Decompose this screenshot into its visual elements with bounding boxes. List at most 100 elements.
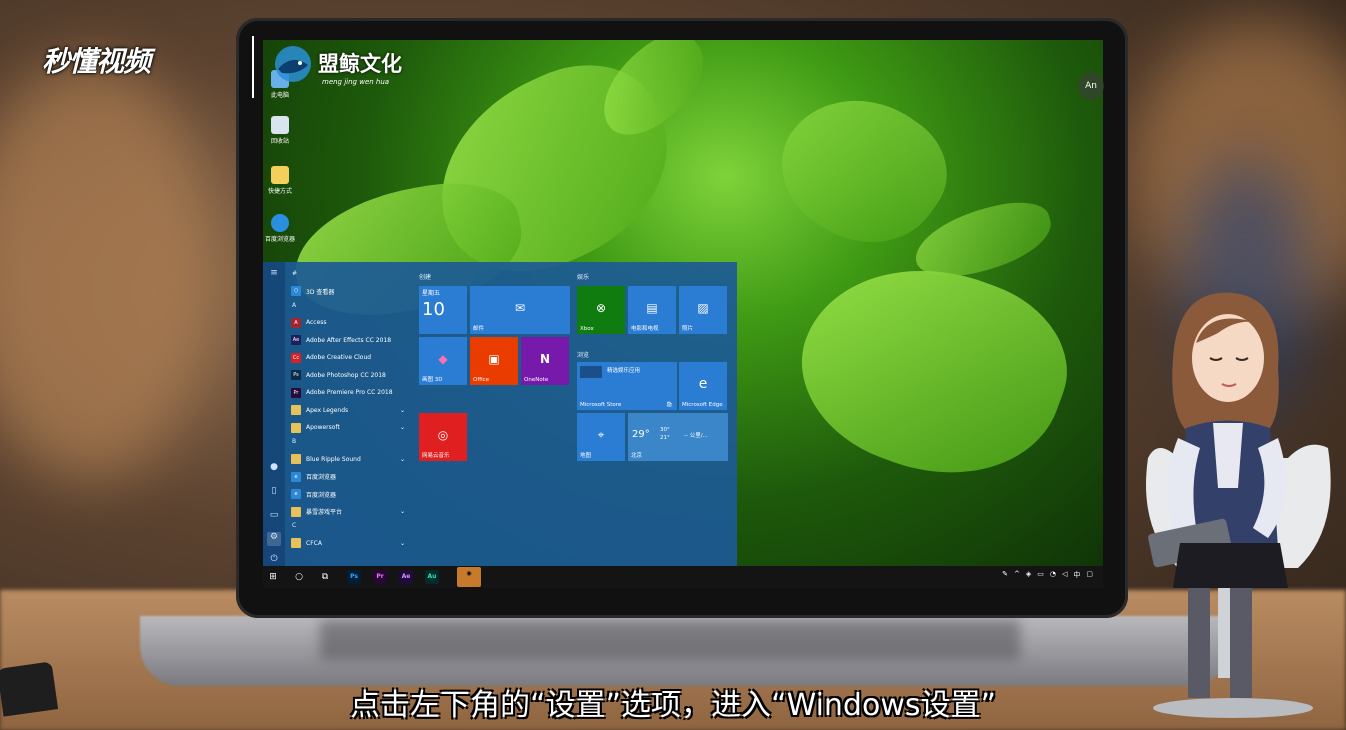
store-preview-icon <box>580 366 602 378</box>
notification-icon[interactable]: ▢ <box>1086 570 1093 580</box>
app-list-item[interactable]: e 百度浏览器 <box>291 487 409 501</box>
background-blur <box>0 60 220 480</box>
app-list-item[interactable]: Pr Adobe Premiere Pro CC 2018 <box>291 386 409 400</box>
folder-icon <box>291 422 301 433</box>
cortana-circle-icon[interactable]: ○ <box>291 569 307 585</box>
tile-movies-tv[interactable]: ▤ 电影和电视 <box>628 286 676 334</box>
tile-calendar[interactable]: 星期五 10 <box>419 286 467 334</box>
app-name: Adobe Creative Cloud <box>306 354 372 361</box>
mengjing-logo-text: 盟鲸文化 <box>318 52 402 76</box>
network-icon[interactable]: ◈ <box>1026 570 1031 580</box>
app-list-folder[interactable]: Apowersoft ⌄ <box>291 421 409 435</box>
app-list-item[interactable]: Ae Adobe After Effects CC 2018 <box>291 333 409 347</box>
app-name: Blue Ripple Sound <box>306 455 361 463</box>
weather-low: 21° <box>660 435 670 441</box>
app-thumbnail-icon: ◉ <box>466 570 472 577</box>
app-list-item[interactable]: ⬡ 3D 查看器 <box>291 284 409 298</box>
tile-paint3d[interactable]: ◆ 画图 3D <box>419 337 467 385</box>
tile-netease-music[interactable]: ◎ 网易云音乐 <box>419 413 467 461</box>
calendar-day: 星期五 <box>422 290 441 297</box>
app-list-item[interactable]: e 百度浏览器 <box>291 470 409 484</box>
tile-weather[interactable]: 29° 30° 21° -- 公里/... 北京 <box>628 413 728 461</box>
app-list-folder[interactable]: Blue Ripple Sound ⌄ <box>291 452 409 466</box>
pictures-icon[interactable]: ▭ <box>267 510 281 524</box>
wifi-icon[interactable]: ◔ <box>1050 570 1056 580</box>
app-name: Apowersoft <box>306 424 340 431</box>
battery-icon[interactable]: ▭ <box>1037 570 1044 580</box>
taskbar-after-effects[interactable]: Ae <box>399 570 413 584</box>
volume-icon[interactable]: ◁ <box>1062 570 1067 580</box>
taskbar-audition[interactable]: Au <box>425 570 439 584</box>
app-name: Adobe Photoshop CC 2018 <box>306 371 386 379</box>
app-list-item[interactable]: Cc Adobe Creative Cloud <box>291 351 409 365</box>
tile-photos[interactable]: ▨ 照片 <box>679 286 727 334</box>
app-icon: e <box>291 489 301 499</box>
onenote-icon: N <box>539 351 551 366</box>
app-icon: Ps <box>291 370 301 380</box>
tile-mail[interactable]: ✉ 邮件 <box>470 286 570 334</box>
app-list-folder[interactable]: CFCA ⌄ <box>291 536 409 550</box>
tile-microsoft-store[interactable]: 精选娱乐应用 Microsoft Store 🛍 <box>577 362 677 410</box>
store-featured-label: 精选娱乐应用 <box>607 368 641 374</box>
group-label-browse: 浏览 <box>577 352 590 359</box>
folder-icon <box>291 405 301 415</box>
desktop-icon-baidu-browser[interactable]: 百度浏览器 <box>260 214 300 243</box>
tile-label: 邮件 <box>473 326 485 332</box>
windows-start-icon[interactable]: ⊞ <box>265 569 281 585</box>
app-list-item[interactable]: Ps Adobe Photoshop CC 2018 <box>291 368 409 382</box>
whale-logo-icon <box>275 46 311 82</box>
app-list-letter[interactable]: # <box>292 270 297 277</box>
tile-microsoft-edge[interactable]: e Microsoft Edge <box>679 362 727 410</box>
app-name: Access <box>306 319 327 326</box>
settings-gear-icon[interactable]: ⚙ <box>267 532 281 546</box>
desktop-icon-label: 此电脑 <box>270 92 289 99</box>
app-abbrev: Pr <box>376 573 384 580</box>
start-app-list: # ⬡ 3D 查看器 A A Access Ae Adobe After Effects CC… <box>287 266 411 566</box>
edge-icon: e <box>698 375 708 392</box>
app-list-folder[interactable]: 暴雪游戏平台 ⌄ <box>291 505 409 519</box>
chevron-down-icon: ⌄ <box>399 455 405 463</box>
app-name: 百度浏览器 <box>306 474 337 481</box>
tile-label: Xbox <box>580 326 594 332</box>
hamburger-icon[interactable]: ≡ <box>267 268 281 282</box>
system-tray: ✎ ^ ◈ ▭ ◔ ◁ 中 ▢ <box>1002 570 1093 580</box>
pen-icon[interactable]: ✎ <box>1002 570 1008 580</box>
mail-icon: ✉ <box>514 300 526 315</box>
group-label-play: 娱乐 <box>577 274 590 281</box>
user-icon[interactable]: ● <box>267 462 281 476</box>
app-list-item[interactable]: A Access <box>291 316 409 330</box>
tile-onenote[interactable]: N OneNote <box>521 337 569 385</box>
tile-label: Office <box>473 377 490 383</box>
app-abbrev: Ae <box>401 573 411 580</box>
app-list-letter[interactable]: C <box>292 522 296 529</box>
tile-office[interactable]: ▣ Office <box>470 337 518 385</box>
documents-icon[interactable]: ▯ <box>267 486 281 500</box>
tile-xbox[interactable]: ⊗ Xbox <box>577 286 625 334</box>
browser-icon <box>271 214 289 232</box>
app-list-letter[interactable]: A <box>292 302 296 309</box>
start-menu: ≡ ● ▯ ▭ ⚙ ⏻ # ⬡ 3D 查看器 A A Access Ae Adobe Afte… <box>263 262 737 566</box>
task-view-icon[interactable]: ⧉ <box>317 569 333 585</box>
chevron-up-icon[interactable]: ^ <box>1014 570 1020 580</box>
desktop-icon-label: 回收站 <box>270 138 289 145</box>
app-list-letter[interactable]: B <box>292 438 296 445</box>
corner-badge: An <box>1078 72 1104 100</box>
folder-icon <box>291 454 301 464</box>
desktop-icon-recycle-bin[interactable]: 回收站 <box>260 116 300 145</box>
desktop-icon-shortcut[interactable]: 快捷方式 <box>260 166 300 195</box>
taskbar-premiere[interactable]: Pr <box>373 570 387 584</box>
office-icon: ▣ <box>488 351 500 366</box>
tile-label: Microsoft Edge <box>682 402 723 408</box>
taskbar-photoshop[interactable]: Ps <box>347 570 361 584</box>
app-name: Adobe After Effects CC 2018 <box>306 336 392 344</box>
app-icon: ⬡ <box>291 286 301 296</box>
start-menu-rail: ≡ ● ▯ ▭ ⚙ ⏻ <box>263 262 285 566</box>
taskbar-active-app[interactable]: ◉ <box>457 567 481 587</box>
tile-label: 照片 <box>682 326 694 332</box>
chevron-down-icon: ⌄ <box>399 424 405 431</box>
tile-maps[interactable]: ⌖ 地图 <box>577 413 625 461</box>
paint3d-icon: ◆ <box>438 351 448 366</box>
app-list-folder[interactable]: Apex Legends ⌄ <box>291 403 409 417</box>
app-abbrev: Ps <box>350 573 358 580</box>
input-method-icon[interactable]: 中 <box>1073 570 1080 580</box>
